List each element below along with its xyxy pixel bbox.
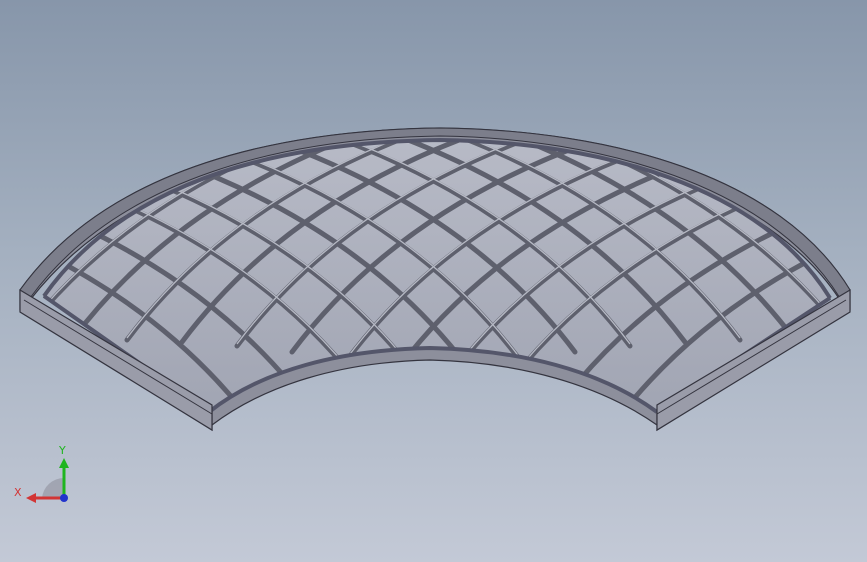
triad-axes-icon bbox=[26, 458, 69, 503]
reference-triad: Y X bbox=[10, 440, 80, 510]
triad-y-label: Y bbox=[59, 444, 66, 457]
curved-lattice-panel-model[interactable] bbox=[0, 0, 867, 562]
graphics-viewport[interactable]: Y X bbox=[0, 0, 867, 562]
triad-x-label: X bbox=[14, 486, 22, 499]
